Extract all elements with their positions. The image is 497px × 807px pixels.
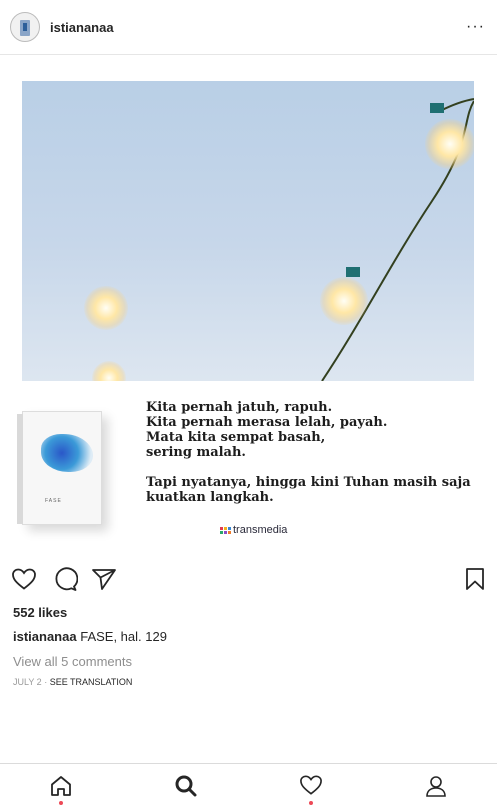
activity-notification-dot <box>309 801 313 805</box>
home-notification-dot <box>59 801 63 805</box>
caption: istiananaa FASE, hal. 129 <box>13 629 167 644</box>
view-comments-link[interactable]: View all 5 comments <box>13 654 132 669</box>
post-image[interactable]: FASE Kita pernah jatuh, rapuh. Kita pern… <box>0 56 497 553</box>
post-actions <box>0 563 497 595</box>
bookmark-icon[interactable] <box>465 567 485 596</box>
avatar[interactable] <box>10 12 40 42</box>
comment-icon[interactable] <box>52 567 79 596</box>
post-header: istiananaa ··· <box>0 0 497 55</box>
post-date-line: JULY 2 · SEE TRANSLATION <box>13 677 132 687</box>
like-count[interactable]: 552 likes <box>13 605 67 620</box>
string-lights-photo <box>22 81 474 381</box>
search-icon[interactable] <box>174 774 198 803</box>
bottom-tab-bar <box>0 763 497 807</box>
book-cover-image: FASE <box>17 411 102 525</box>
paper-plane-icon[interactable] <box>91 567 117 596</box>
home-icon[interactable] <box>49 774 73 803</box>
profile-icon[interactable] <box>424 774 448 803</box>
book-quote-card: FASE Kita pernah jatuh, rapuh. Kita pern… <box>17 391 474 551</box>
activity-heart-icon[interactable] <box>299 774 323 801</box>
caption-text: FASE, hal. 129 <box>80 629 167 644</box>
post-date: JULY 2 <box>13 677 42 687</box>
username[interactable]: istiananaa <box>50 20 114 35</box>
caption-username[interactable]: istiananaa <box>13 629 77 644</box>
date-separator: · <box>41 677 50 687</box>
publisher-logo: transmedia <box>220 524 287 536</box>
more-options-icon[interactable]: ··· <box>466 19 485 35</box>
quote-text: Kita pernah jatuh, rapuh. Kita pernah me… <box>146 400 471 505</box>
see-translation-link[interactable]: SEE TRANSLATION <box>50 677 133 687</box>
heart-icon[interactable] <box>11 567 37 596</box>
